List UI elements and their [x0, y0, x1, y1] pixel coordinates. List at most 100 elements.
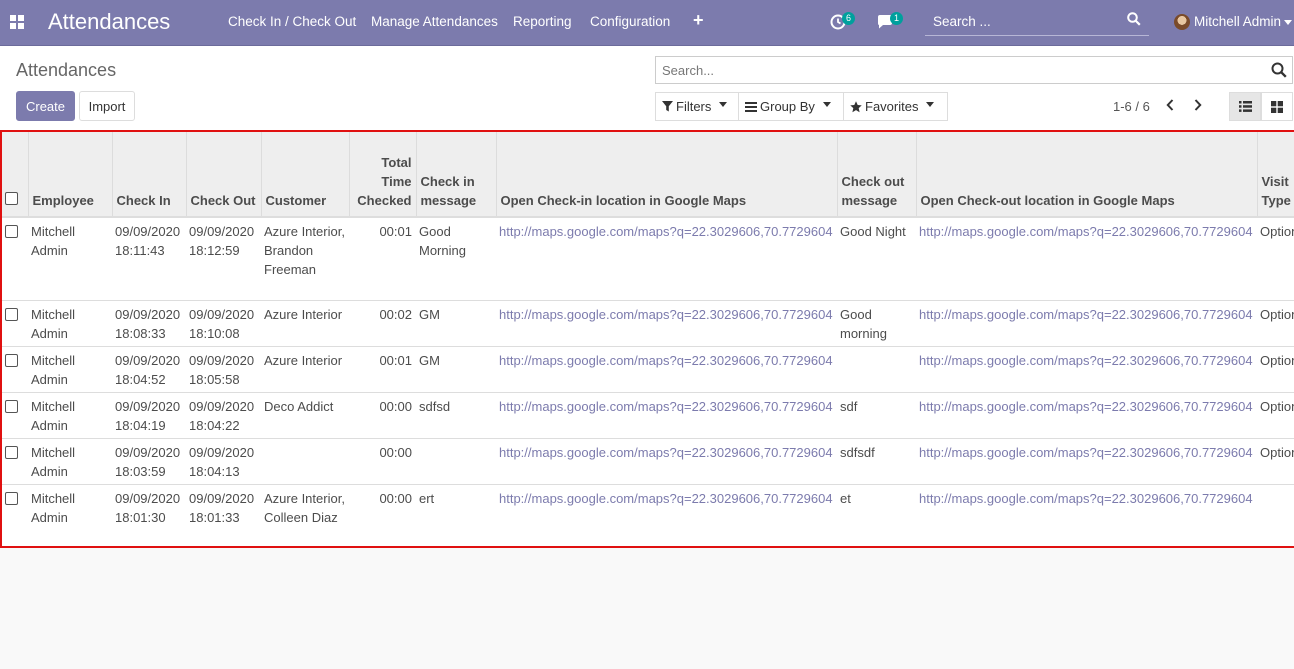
cell-check-out-message[interactable] — [837, 346, 916, 393]
plus-icon[interactable]: + — [693, 10, 704, 31]
user-caret-down-icon[interactable] — [1284, 20, 1292, 25]
cell-check-in[interactable]: 09/09/2020 18:04:19 — [112, 392, 186, 439]
col-check-in-message[interactable]: Check in message — [416, 132, 497, 218]
cell-total-time[interactable]: 00:01 — [349, 217, 416, 301]
col-total-time[interactable]: Total Time Checked — [349, 132, 417, 218]
menu-check-in-out[interactable]: Check In / Check Out — [228, 14, 356, 29]
favorites-dropdown[interactable]: Favorites — [843, 92, 948, 121]
cell-check-in-message[interactable]: sdfsd — [416, 392, 496, 439]
cell-check-in-location-link[interactable]: http://maps.google.com/maps?q=22.3029606… — [499, 399, 833, 414]
pager-value[interactable]: 1-6 / 6 — [1113, 99, 1150, 114]
cell-customer[interactable]: Azure Interior — [261, 300, 349, 347]
cell-employee[interactable]: Mitchell Admin — [28, 300, 112, 347]
cell-employee[interactable]: Mitchell Admin — [28, 438, 112, 485]
cell-check-in-location-link[interactable]: http://maps.google.com/maps?q=22.3029606… — [499, 445, 833, 460]
table-row[interactable]: Mitchell Admin 09/09/2020 18:03:59 09/09/2… — [2, 438, 1294, 485]
cell-check-out-message[interactable]: Good morning — [837, 300, 916, 347]
cell-customer[interactable]: Deco Addict — [261, 392, 349, 439]
cell-visit-type[interactable]: Optional — [1257, 438, 1294, 485]
row-select-checkbox[interactable] — [5, 491, 18, 505]
cell-check-out-message[interactable]: Good Night — [837, 217, 916, 301]
cell-total-time[interactable]: 00:00 — [349, 484, 416, 546]
cell-check-out[interactable]: 09/09/2020 18:10:08 — [186, 300, 261, 347]
cell-customer[interactable]: Azure Interior — [261, 346, 349, 393]
cell-check-in[interactable]: 09/09/2020 18:11:43 — [112, 217, 186, 301]
col-customer[interactable]: Customer — [261, 132, 350, 218]
cell-check-out[interactable]: 09/09/2020 18:04:13 — [186, 438, 261, 485]
cell-check-in-location-link[interactable]: http://maps.google.com/maps?q=22.3029606… — [499, 307, 833, 322]
cell-check-in[interactable]: 09/09/2020 18:04:52 — [112, 346, 186, 393]
cell-check-in-location-link[interactable]: http://maps.google.com/maps?q=22.3029606… — [499, 491, 833, 506]
table-row[interactable]: Mitchell Admin 09/09/2020 18:08:33 09/09/2… — [2, 300, 1294, 347]
search-icon[interactable] — [1127, 12, 1141, 26]
menu-reporting[interactable]: Reporting — [513, 14, 572, 29]
row-select-checkbox[interactable] — [5, 399, 18, 413]
cell-check-in-location-link[interactable]: http://maps.google.com/maps?q=22.3029606… — [499, 353, 833, 368]
cell-check-in[interactable]: 09/09/2020 18:01:30 — [112, 484, 186, 546]
create-button[interactable]: Create — [16, 91, 75, 121]
cell-visit-type[interactable]: Optional — [1257, 300, 1294, 347]
pager-previous-button[interactable] — [1163, 97, 1177, 113]
cell-visit-type[interactable] — [1257, 484, 1294, 546]
groupby-dropdown[interactable]: Group By — [738, 92, 844, 121]
table-row[interactable]: Mitchell Admin 09/09/2020 18:04:52 09/09/2… — [2, 346, 1294, 393]
menu-manage-attendances[interactable]: Manage Attendances — [371, 14, 498, 29]
list-view-button[interactable] — [1229, 92, 1261, 121]
cell-check-out[interactable]: 09/09/2020 18:05:58 — [186, 346, 261, 393]
navbar-search-input[interactable] — [933, 11, 1113, 31]
row-select-checkbox[interactable] — [5, 353, 18, 367]
list-search-input[interactable] — [662, 61, 1252, 79]
cell-employee[interactable]: Mitchell Admin — [28, 217, 112, 301]
cell-check-out-location-link[interactable]: http://maps.google.com/maps?q=22.3029606… — [919, 491, 1253, 506]
cell-visit-type[interactable]: Optional — [1257, 346, 1294, 393]
col-check-in-location[interactable]: Open Check-in location in Google Maps — [496, 132, 838, 218]
cell-customer[interactable]: Azure Interior, Colleen Diaz — [261, 484, 349, 546]
cell-check-in-message[interactable]: GM — [416, 346, 496, 393]
cell-check-out-location-link[interactable]: http://maps.google.com/maps?q=22.3029606… — [919, 399, 1253, 414]
cell-employee[interactable]: Mitchell Admin — [28, 392, 112, 439]
cell-total-time[interactable]: 00:02 — [349, 300, 416, 347]
cell-check-in[interactable]: 09/09/2020 18:08:33 — [112, 300, 186, 347]
table-row[interactable]: Mitchell Admin 09/09/2020 18:01:30 09/09/2… — [2, 484, 1294, 546]
col-check-in[interactable]: Check In — [112, 132, 187, 218]
user-menu[interactable]: Mitchell Admin — [1194, 14, 1281, 29]
cell-check-in-location-link[interactable]: http://maps.google.com/maps?q=22.3029606… — [499, 224, 833, 239]
cell-check-in-message[interactable]: Good Morning — [416, 217, 496, 301]
table-row[interactable]: Mitchell Admin 09/09/2020 18:11:43 09/09/2… — [2, 217, 1294, 301]
table-row[interactable]: Mitchell Admin 09/09/2020 18:04:19 09/09/2… — [2, 392, 1294, 439]
cell-check-in-message[interactable]: ert — [416, 484, 496, 546]
cell-customer[interactable] — [261, 438, 349, 485]
cell-employee[interactable]: Mitchell Admin — [28, 346, 112, 393]
cell-check-out-location-link[interactable]: http://maps.google.com/maps?q=22.3029606… — [919, 307, 1253, 322]
cell-check-out-location-link[interactable]: http://maps.google.com/maps?q=22.3029606… — [919, 353, 1253, 368]
col-check-out[interactable]: Check Out — [186, 132, 262, 218]
cell-visit-type[interactable]: Optional — [1257, 217, 1294, 301]
kanban-view-button[interactable] — [1261, 92, 1293, 121]
cell-check-out[interactable]: 09/09/2020 18:01:33 — [186, 484, 261, 546]
col-employee[interactable]: Employee — [28, 132, 113, 218]
cell-total-time[interactable]: 00:00 — [349, 438, 416, 485]
cell-check-in-message[interactable]: GM — [416, 300, 496, 347]
cell-visit-type[interactable]: Optional — [1257, 392, 1294, 439]
cell-total-time[interactable]: 00:00 — [349, 392, 416, 439]
cell-total-time[interactable]: 00:01 — [349, 346, 416, 393]
cell-check-out-message[interactable]: sdf — [837, 392, 916, 439]
cell-check-out[interactable]: 09/09/2020 18:04:22 — [186, 392, 261, 439]
cell-check-out-message[interactable]: sdfsdf — [837, 438, 916, 485]
import-button[interactable]: Import — [79, 91, 135, 121]
filters-dropdown[interactable]: Filters — [655, 92, 739, 121]
row-select-checkbox[interactable] — [5, 307, 18, 321]
cell-customer[interactable]: Azure Interior, Brandon Freeman — [261, 217, 349, 301]
cell-employee[interactable]: Mitchell Admin — [28, 484, 112, 546]
cell-check-out-location-link[interactable]: http://maps.google.com/maps?q=22.3029606… — [919, 224, 1253, 239]
search-icon[interactable] — [1271, 62, 1287, 78]
col-check-out-location[interactable]: Open Check-out location in Google Maps — [916, 132, 1258, 218]
cell-check-out-message[interactable]: et — [837, 484, 916, 546]
cell-check-in[interactable]: 09/09/2020 18:03:59 — [112, 438, 186, 485]
menu-configuration[interactable]: Configuration — [590, 14, 670, 29]
cell-check-in-message[interactable] — [416, 438, 496, 485]
col-check-out-message[interactable]: Check out message — [837, 132, 917, 218]
pager-next-button[interactable] — [1191, 97, 1205, 113]
apps-menu-icon[interactable] — [10, 15, 24, 29]
cell-check-out[interactable]: 09/09/2020 18:12:59 — [186, 217, 261, 301]
